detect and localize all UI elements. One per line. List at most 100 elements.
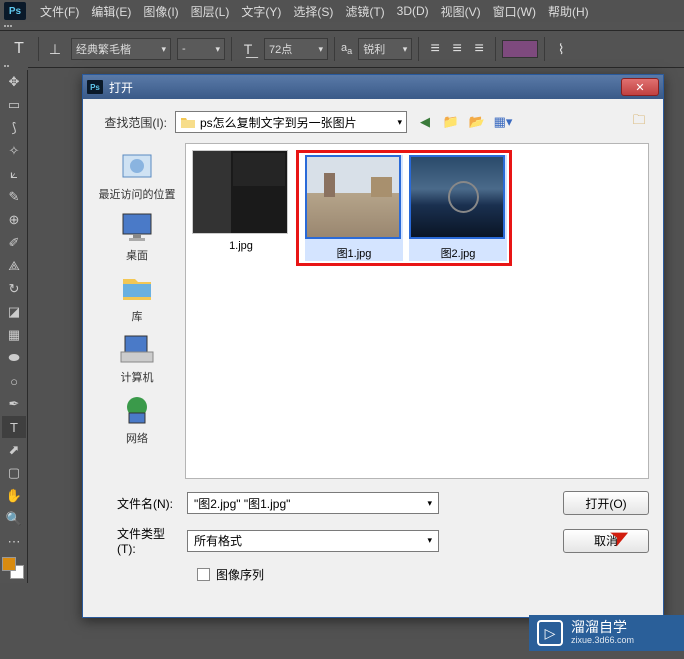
menu-type[interactable]: 文字(Y): [235, 3, 287, 20]
menubar: Ps 文件(F) 编辑(E) 图像(I) 图层(L) 文字(Y) 选择(S) 滤…: [0, 0, 684, 22]
filename-value: "图2.jpg" "图1.jpg": [194, 495, 290, 512]
filetype-label: 文件类型(T):: [97, 525, 177, 556]
places-sidebar: 最近访问的位置 桌面 库 计算机 网络: [97, 143, 177, 479]
chevron-down-icon: ▾: [215, 44, 220, 55]
hand-tool[interactable]: ✋: [2, 485, 26, 507]
align-center-button[interactable]: ≡: [447, 39, 467, 59]
menu-select[interactable]: 选择(S): [287, 3, 339, 20]
computer-icon: [119, 332, 155, 366]
place-label: 计算机: [121, 369, 154, 385]
color-swatches[interactable]: [2, 557, 24, 579]
chevron-down-icon: ▾: [427, 535, 432, 546]
filename-label: 文件名(N):: [97, 495, 177, 512]
edit-toolbar[interactable]: ⋯: [2, 531, 26, 553]
aa-dropdown[interactable]: 锐利 ▾: [358, 38, 412, 60]
place-label: 最近访问的位置: [99, 186, 176, 202]
wand-tool[interactable]: ✧: [2, 140, 26, 162]
menu-filter[interactable]: 滤镜(T): [339, 3, 390, 20]
crop-tool[interactable]: ⟀: [2, 163, 26, 185]
menu-image[interactable]: 图像(I): [137, 3, 184, 20]
shape-tool[interactable]: ▢: [2, 462, 26, 484]
align-right-button[interactable]: ≡: [469, 39, 489, 59]
brush-tool[interactable]: ✐: [2, 232, 26, 254]
open-button[interactable]: 打开(O): [563, 491, 649, 515]
place-network[interactable]: 网络: [119, 393, 155, 446]
menu-view[interactable]: 视图(V): [435, 3, 487, 20]
text-color-swatch[interactable]: [502, 40, 538, 58]
place-label: 桌面: [126, 247, 148, 263]
recent-icon: [119, 149, 155, 183]
filename-input[interactable]: "图2.jpg" "图1.jpg" ▾: [187, 492, 439, 514]
place-desktop[interactable]: 桌面: [119, 210, 155, 263]
menu-file[interactable]: 文件(F): [34, 3, 85, 20]
warp-text-icon[interactable]: ⌇: [551, 39, 571, 59]
aa-label: aa: [341, 42, 352, 56]
text-orientation-icon[interactable]: ⊥: [45, 39, 65, 59]
watermark-logo: ▷: [537, 620, 563, 646]
up-button[interactable]: 📁: [441, 112, 461, 132]
lookin-value: ps怎么复制文字到另一张图片: [200, 114, 357, 131]
font-size-dropdown[interactable]: 72点 ▾: [264, 38, 328, 60]
file-thumb[interactable]: 图2.jpg: [409, 155, 507, 261]
menu-layer[interactable]: 图层(L): [185, 3, 236, 20]
blur-tool[interactable]: ⬬: [2, 347, 26, 369]
history-brush-tool[interactable]: ↻: [2, 278, 26, 300]
file-thumb[interactable]: 图1.jpg: [305, 155, 403, 261]
place-recent[interactable]: 最近访问的位置: [99, 149, 176, 202]
view-menu-button[interactable]: ▦▾: [493, 112, 513, 132]
menu-edit[interactable]: 编辑(E): [85, 3, 137, 20]
menu-help[interactable]: 帮助(H): [542, 3, 595, 20]
chevron-down-icon: ▾: [427, 498, 432, 509]
text-align-group: ≡ ≡ ≡: [425, 39, 489, 59]
dialog-titlebar[interactable]: Ps 打开 ✕: [83, 75, 663, 99]
font-size-icon: T͟: [238, 39, 258, 59]
zoom-tool[interactable]: 🔍: [2, 508, 26, 530]
type-tool[interactable]: T: [2, 416, 26, 438]
lookin-dropdown[interactable]: ps怎么复制文字到另一张图片 ▾: [175, 111, 407, 133]
place-library[interactable]: 库: [119, 271, 155, 324]
file-thumb[interactable]: 1.jpg: [192, 150, 290, 252]
file-list[interactable]: 1.jpg 图1.jpg 图2.jpg: [185, 143, 649, 479]
file-name: 图2.jpg: [441, 248, 476, 260]
folder-icon: [180, 115, 196, 129]
lasso-tool[interactable]: ⟆: [2, 117, 26, 139]
checkbox-icon[interactable]: [197, 568, 210, 581]
toolbox-handle: [0, 62, 28, 70]
font-style-dropdown[interactable]: - ▾: [177, 38, 225, 60]
place-computer[interactable]: 计算机: [119, 332, 155, 385]
place-label: 网络: [126, 430, 148, 446]
filetype-dropdown[interactable]: 所有格式 ▾: [187, 530, 439, 552]
path-tool[interactable]: ⬈: [2, 439, 26, 461]
move-tool[interactable]: ✥: [2, 71, 26, 93]
aa-value: 锐利: [363, 41, 385, 57]
watermark-title: 溜溜自学: [571, 620, 634, 635]
close-button[interactable]: ✕: [621, 78, 659, 96]
heal-tool[interactable]: ⊕: [2, 209, 26, 231]
ps-logo: Ps: [4, 2, 26, 20]
gradient-tool[interactable]: ▦: [2, 324, 26, 346]
menu-3d[interactable]: 3D(D): [391, 4, 435, 18]
grab-handle: [0, 22, 684, 30]
back-button[interactable]: ◀: [415, 112, 435, 132]
thumbnail-image: [409, 155, 505, 239]
fg-color-swatch[interactable]: [2, 557, 16, 571]
pen-tool[interactable]: ✒: [2, 393, 26, 415]
image-sequence-check[interactable]: 图像序列: [197, 566, 649, 583]
chevron-down-icon: ▾: [161, 44, 166, 55]
eraser-tool[interactable]: ◪: [2, 301, 26, 323]
font-size-value: 72点: [269, 41, 292, 57]
font-style-value: -: [182, 43, 186, 55]
bridge-button[interactable]: 🗀: [629, 112, 649, 132]
file-name: 1.jpg: [229, 240, 253, 252]
font-family-value: 经典繁毛楷: [76, 41, 131, 57]
lookin-label: 查找范围(I):: [97, 114, 167, 131]
new-folder-button[interactable]: 📂: [467, 112, 487, 132]
tool-indicator[interactable]: T: [6, 36, 32, 62]
dodge-tool[interactable]: ○: [2, 370, 26, 392]
eyedrop-tool[interactable]: ✎: [2, 186, 26, 208]
align-left-button[interactable]: ≡: [425, 39, 445, 59]
font-family-dropdown[interactable]: 经典繁毛楷 ▾: [71, 38, 171, 60]
menu-window[interactable]: 窗口(W): [487, 3, 542, 20]
marquee-tool[interactable]: ▭: [2, 94, 26, 116]
stamp-tool[interactable]: ⟁: [2, 255, 26, 277]
